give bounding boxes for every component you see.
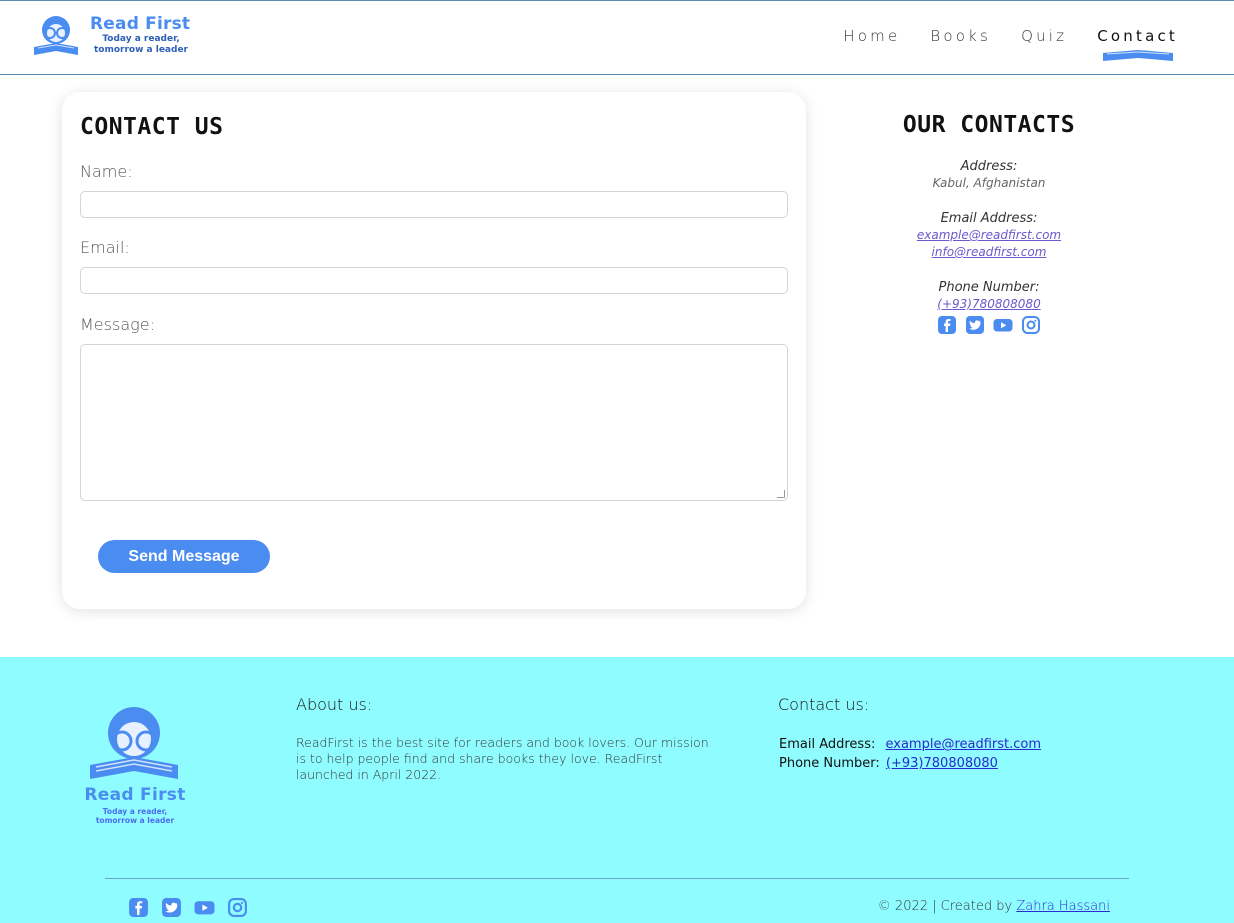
send-message-button[interactable]: Send Message xyxy=(98,540,270,573)
address-block: Address: Kabul, Afghanistan xyxy=(880,158,1098,192)
footer-tagline-line-1: Today a reader, xyxy=(102,807,168,816)
about-text: ReadFirst is the best site for readers a… xyxy=(296,735,709,782)
message-label: Message: xyxy=(80,315,155,334)
footer-logo-tagline: Today a reader, tomorrow a leader xyxy=(82,807,188,825)
footer-social-links xyxy=(128,897,248,918)
twitter-icon[interactable] xyxy=(965,315,985,335)
address-label: Address: xyxy=(960,159,1018,174)
nav-contact[interactable]: Contact xyxy=(1097,27,1178,61)
footer-phone-label: Phone Number: xyxy=(779,756,880,771)
phone-block: Phone Number: (+93)780808080 xyxy=(880,279,1098,313)
footer-tagline-line-2: tomorrow a leader xyxy=(95,816,175,825)
name-input[interactable] xyxy=(80,191,788,218)
facebook-icon[interactable] xyxy=(937,315,957,335)
reader-logo-icon xyxy=(34,16,78,55)
resize-handle-icon[interactable] xyxy=(777,490,785,498)
about-heading: About us: xyxy=(296,695,373,714)
message-textarea[interactable] xyxy=(80,344,788,501)
twitter-icon[interactable] xyxy=(161,897,182,918)
name-label: Name: xyxy=(80,162,133,181)
instagram-icon[interactable] xyxy=(1021,315,1041,335)
main-nav: Home Books Quiz Contact xyxy=(813,27,1178,61)
site-logo[interactable]: Read First Today a reader, tomorrow a le… xyxy=(32,13,202,63)
footer-email-row: Email Address: example@readfirst.com xyxy=(779,735,1041,754)
copyright-notice: © 2022 | Created by Zahra Hassani xyxy=(878,899,1110,914)
contact-form-card: CONTACT US Name: Email: Message: Send Me… xyxy=(62,92,806,609)
email-block: Email Address: example@readfirst.com inf… xyxy=(880,210,1098,261)
nav-contact-label: Contact xyxy=(1097,27,1178,45)
author-link[interactable]: Zahra Hassani xyxy=(1016,899,1110,914)
email-label: Email: xyxy=(80,238,130,257)
contact-phone-label: Phone Number: xyxy=(938,280,1040,295)
footer-phone-row: Phone Number: (+93)780808080 xyxy=(779,754,1041,773)
our-contacts-title: OUR CONTACTS xyxy=(902,112,1076,138)
reader-logo-icon xyxy=(90,707,178,779)
nav-quiz[interactable]: Quiz xyxy=(1021,27,1067,45)
footer-email-label: Email Address: xyxy=(779,737,876,752)
footer-logo-title: Read First xyxy=(84,785,186,805)
footer-contact-info: Email Address: example@readfirst.com Pho… xyxy=(779,735,1041,773)
contact-form-title: CONTACT US xyxy=(80,114,224,140)
logo-tagline: Today a reader, tomorrow a leader xyxy=(86,34,196,56)
contact-social-links xyxy=(880,315,1098,335)
our-contacts-panel: OUR CONTACTS Address: Kabul, Afghanistan… xyxy=(880,112,1098,335)
instagram-icon[interactable] xyxy=(227,897,248,918)
contact-email-link-2[interactable]: info@readfirst.com xyxy=(880,244,1098,261)
nav-books[interactable]: Books xyxy=(930,27,991,45)
footer-contact-heading: Contact us: xyxy=(778,695,870,714)
site-footer: Read First Today a reader, tomorrow a le… xyxy=(0,657,1234,923)
footer-email-link[interactable]: example@readfirst.com xyxy=(886,737,1042,752)
logo-title: Read First xyxy=(90,14,191,34)
copyright-text: © 2022 | Created by xyxy=(877,899,1013,914)
facebook-icon[interactable] xyxy=(128,897,149,918)
site-header: Read First Today a reader, tomorrow a le… xyxy=(0,0,1234,75)
contact-email-label: Email Address: xyxy=(940,211,1038,226)
footer-phone-link[interactable]: (+93)780808080 xyxy=(886,756,998,771)
contact-phone-link[interactable]: (+93)780808080 xyxy=(880,296,1098,313)
contact-email-link-1[interactable]: example@readfirst.com xyxy=(880,227,1098,244)
footer-logo[interactable]: Read First Today a reader, tomorrow a le… xyxy=(80,701,190,831)
youtube-icon[interactable] xyxy=(993,315,1013,335)
tagline-line-2: tomorrow a leader xyxy=(93,45,188,55)
email-input[interactable] xyxy=(80,267,788,294)
footer-divider xyxy=(105,878,1129,879)
tagline-line-1: Today a reader, xyxy=(102,34,180,44)
address-value: Kabul, Afghanistan xyxy=(932,176,1046,190)
nav-home[interactable]: Home xyxy=(843,27,900,45)
open-book-icon xyxy=(1103,50,1174,61)
youtube-icon[interactable] xyxy=(194,897,215,918)
